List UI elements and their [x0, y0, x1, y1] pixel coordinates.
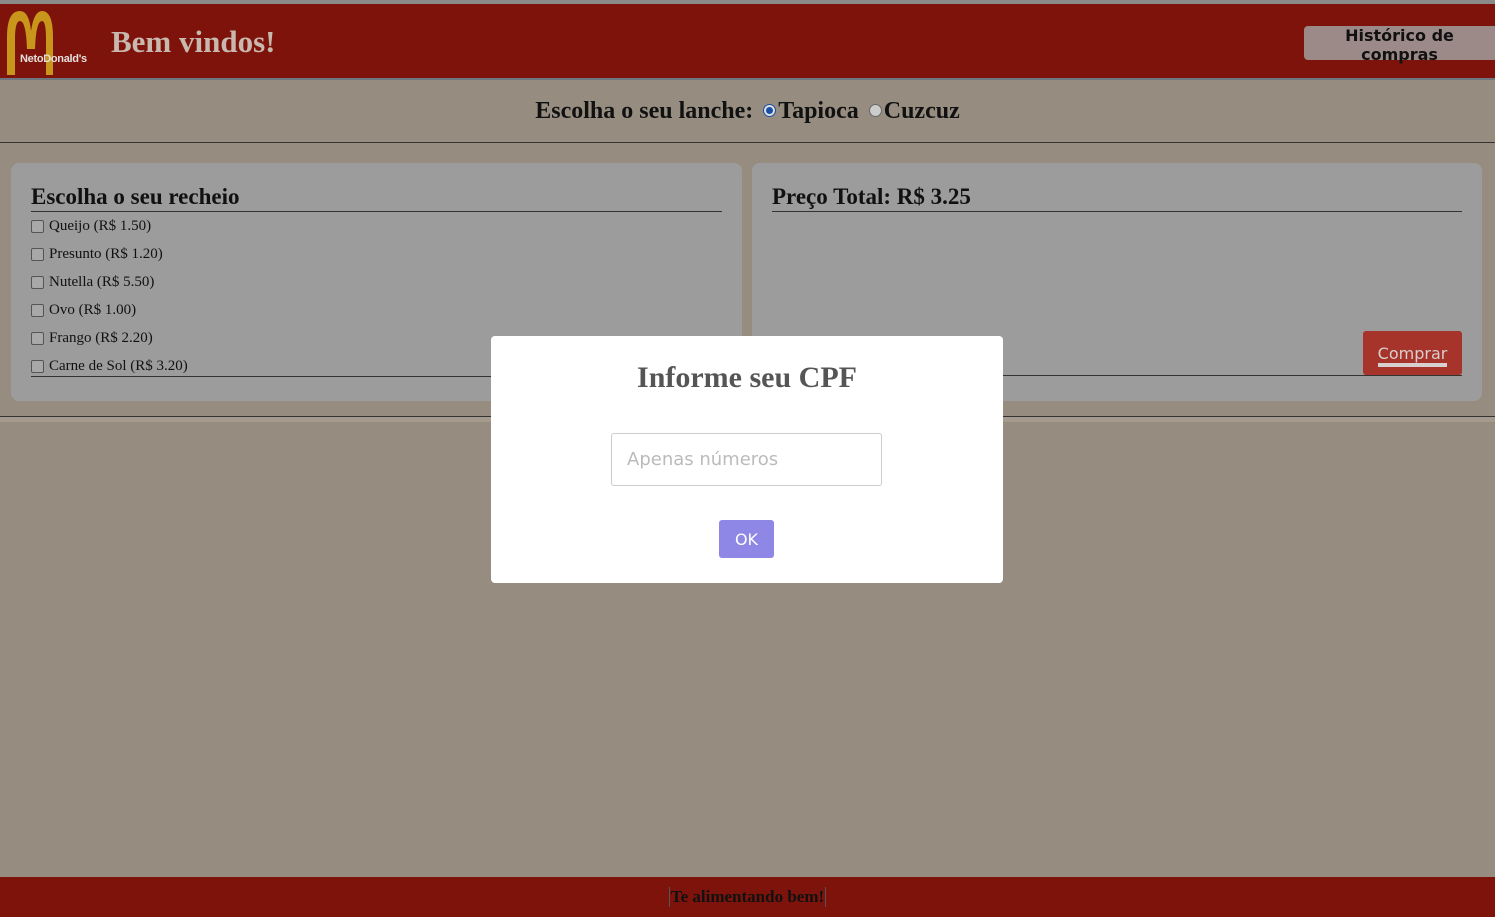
page-title: Bem vindos!: [111, 24, 276, 59]
filling-item-presunto[interactable]: Presunto (R$ 1.20): [31, 245, 722, 273]
radio-tapioca-label[interactable]: Tapioca: [778, 98, 858, 124]
site-footer: Te alimentando bem!: [0, 877, 1495, 917]
filling-item-queijo[interactable]: Queijo (R$ 1.50): [31, 217, 722, 245]
checkbox[interactable]: [31, 360, 44, 373]
checkbox[interactable]: [31, 220, 44, 233]
filling-label[interactable]: Nutella (R$ 5.50): [49, 273, 154, 291]
fillings-title: Escolha o seu recheio: [31, 183, 722, 212]
buy-button-label: Comprar: [1377, 343, 1448, 367]
checkbox[interactable]: [31, 276, 44, 289]
checkbox[interactable]: [31, 304, 44, 317]
golden-arches-icon: [7, 11, 53, 75]
cpf-dialog: Informe seu CPF OK: [491, 336, 1003, 583]
logo-text: NetoDonald's: [20, 53, 87, 65]
filling-item-nutella[interactable]: Nutella (R$ 5.50): [31, 273, 722, 301]
logo: NetoDonald's: [3, 9, 93, 75]
buy-button[interactable]: Comprar: [1363, 331, 1462, 375]
filling-label[interactable]: Frango (R$ 2.20): [49, 329, 153, 347]
site-header: NetoDonald's Bem vindos! Histórico de co…: [0, 4, 1495, 80]
radio-cuzcuz[interactable]: [868, 104, 882, 117]
filling-label[interactable]: Queijo (R$ 1.50): [49, 217, 151, 235]
filling-label[interactable]: Ovo (R$ 1.00): [49, 301, 136, 319]
radio-cuzcuz-label[interactable]: Cuzcuz: [884, 98, 960, 124]
checkbox[interactable]: [31, 248, 44, 261]
ok-button[interactable]: OK: [719, 520, 774, 558]
snack-choice-group: Escolha o seu lanche: Tapioca Cuzcuz: [0, 98, 1495, 125]
cpf-input[interactable]: [611, 433, 882, 486]
footer-text: Te alimentando bem!: [668, 887, 827, 907]
filling-label[interactable]: Carne de Sol (R$ 3.20): [49, 357, 188, 375]
filling-label[interactable]: Presunto (R$ 1.20): [49, 245, 163, 263]
snack-choice-label: Escolha o seu lanche:: [535, 98, 754, 124]
radio-tapioca[interactable]: [763, 104, 777, 117]
purchase-history-button[interactable]: Histórico de compras: [1304, 26, 1495, 64]
filling-item-ovo[interactable]: Ovo (R$ 1.00): [31, 301, 722, 329]
snack-choice-bar: Escolha o seu lanche: Tapioca Cuzcuz: [0, 80, 1495, 143]
checkbox[interactable]: [31, 332, 44, 345]
total-price: Preço Total: R$ 3.25: [772, 183, 1462, 212]
dialog-title: Informe seu CPF: [637, 361, 857, 394]
